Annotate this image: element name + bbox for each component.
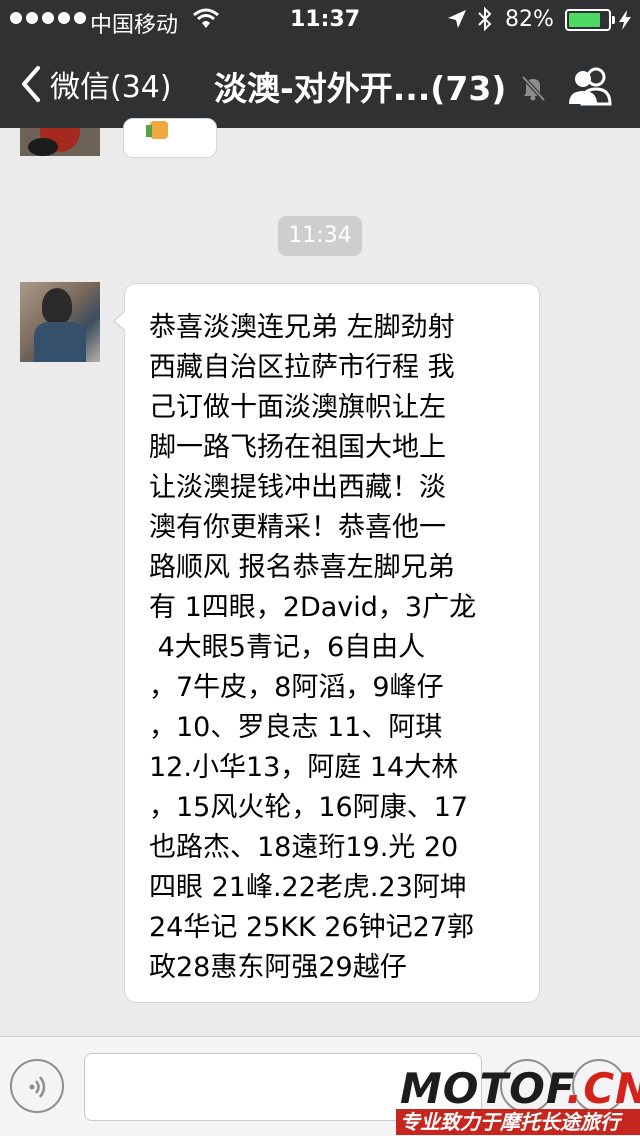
watermark: MOTOF.CN 专业致力于摩托长途旅行 bbox=[394, 1064, 640, 1136]
sender-avatar[interactable] bbox=[20, 282, 100, 362]
group-members-icon[interactable] bbox=[566, 66, 614, 106]
location-arrow-icon bbox=[448, 10, 466, 28]
sender-avatar-previous[interactable] bbox=[20, 128, 100, 156]
voice-icon bbox=[29, 1076, 46, 1098]
battery-icon bbox=[565, 9, 615, 31]
wifi-icon bbox=[193, 8, 219, 28]
watermark-tagline: 专业致力于摩托长途旅行 bbox=[396, 1109, 640, 1135]
bluetooth-icon bbox=[478, 6, 492, 32]
watermark-logo: MOTOF.CN bbox=[400, 1064, 640, 1113]
top-bar: 中国移动 11:37 82% 微信(34) 淡澳-对外开...(73) bbox=[0, 0, 640, 128]
battery-percent: 82% bbox=[505, 7, 554, 32]
signal-dots-icon bbox=[10, 12, 86, 24]
status-time: 11:37 bbox=[290, 7, 361, 32]
sticker-icon bbox=[146, 121, 168, 139]
carrier-name: 中国移动 bbox=[90, 13, 179, 38]
chat-timestamp: 11:34 bbox=[278, 216, 362, 256]
message-bubble[interactable]: 恭喜淡澳连兄弟 左脚劲射 西藏自治区拉萨市行程 我 己订做十面淡澳旗帜让左 脚一… bbox=[113, 283, 540, 1003]
nav-bar: 微信(34) 淡澳-对外开...(73) bbox=[0, 40, 640, 128]
back-chevron-icon bbox=[22, 66, 40, 102]
charging-bolt-icon bbox=[619, 10, 631, 30]
message-text: 恭喜淡澳连兄弟 左脚劲射 西藏自治区拉萨市行程 我 己订做十面淡澳旗帜让左 脚一… bbox=[149, 312, 477, 983]
watermark-logo-main: MOTOF bbox=[400, 1064, 567, 1113]
previous-message-bubble[interactable] bbox=[123, 118, 217, 158]
watermark-logo-suffix: .CN bbox=[566, 1064, 640, 1113]
voice-button[interactable] bbox=[10, 1059, 64, 1113]
chat-title: 淡澳-对外开...(73) bbox=[214, 69, 507, 108]
back-label: 微信(34) bbox=[50, 70, 172, 105]
back-button[interactable]: 微信(34) bbox=[18, 62, 172, 106]
status-bar: 中国移动 11:37 82% bbox=[0, 0, 640, 40]
muted-bell-icon bbox=[521, 75, 546, 102]
